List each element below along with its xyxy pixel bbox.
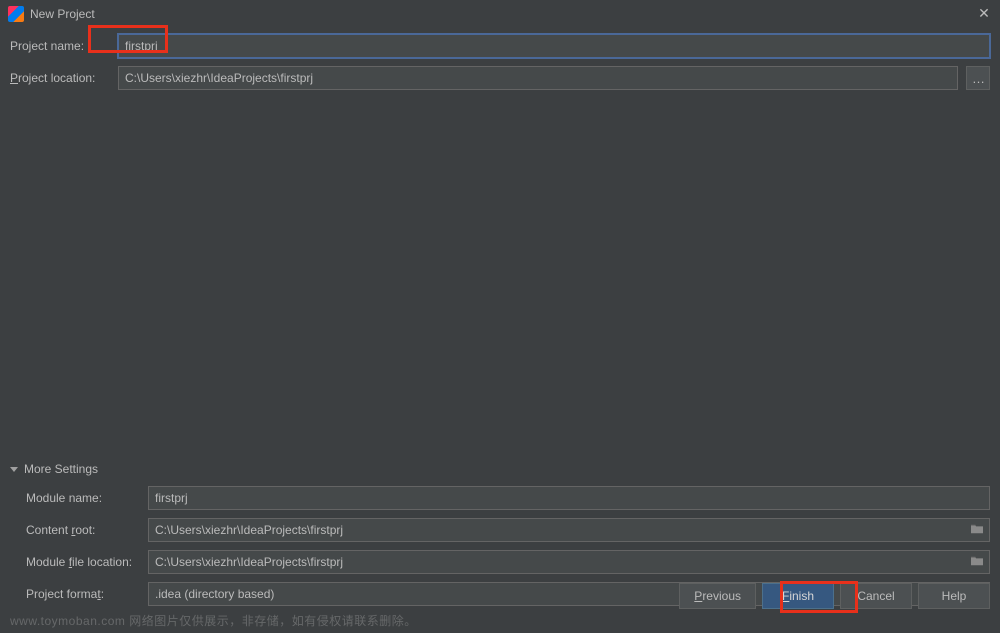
watermark-text: www.toymoban.com 网络图片仅供展示，非存储，如有侵权请联系删除。 [10,612,417,629]
titlebar: New Project ✕ [0,0,1000,28]
app-icon [8,6,24,22]
project-name-input[interactable] [118,34,990,58]
module-name-label: Module name: [26,491,140,505]
more-settings-header[interactable]: More Settings [0,458,1000,480]
finish-button[interactable]: Finish [762,583,834,609]
module-file-location-label: Module file location: [26,555,140,569]
module-name-row: Module name: [16,482,1000,514]
browse-location-button[interactable]: … [966,66,990,90]
help-button[interactable]: Help [918,583,990,609]
project-name-label: Project name: [10,39,110,53]
project-format-value: .idea (directory based) [155,587,274,601]
folder-icon[interactable] [970,523,984,537]
project-location-row: Project location: … [0,62,1000,94]
more-settings-label: More Settings [24,462,98,476]
window-title: New Project [30,7,976,21]
project-name-row: Project name: [0,30,1000,62]
content-root-label: Content root: [26,523,140,537]
project-location-input[interactable] [118,66,958,90]
content-root-row: Content root: [16,514,1000,546]
close-icon[interactable]: ✕ [976,6,992,22]
project-location-label: Project location: [10,71,110,85]
previous-button[interactable]: Previous [679,583,756,609]
project-format-label: Project format: [26,587,140,601]
cancel-button[interactable]: Cancel [840,583,912,609]
button-bar: Previous Finish Cancel Help [679,583,990,609]
disclosure-triangle-icon [10,467,18,472]
content-root-input[interactable] [148,518,990,542]
folder-icon[interactable] [970,555,984,569]
module-name-input[interactable] [148,486,990,510]
module-file-location-row: Module file location: [16,546,1000,578]
module-file-location-input[interactable] [148,550,990,574]
